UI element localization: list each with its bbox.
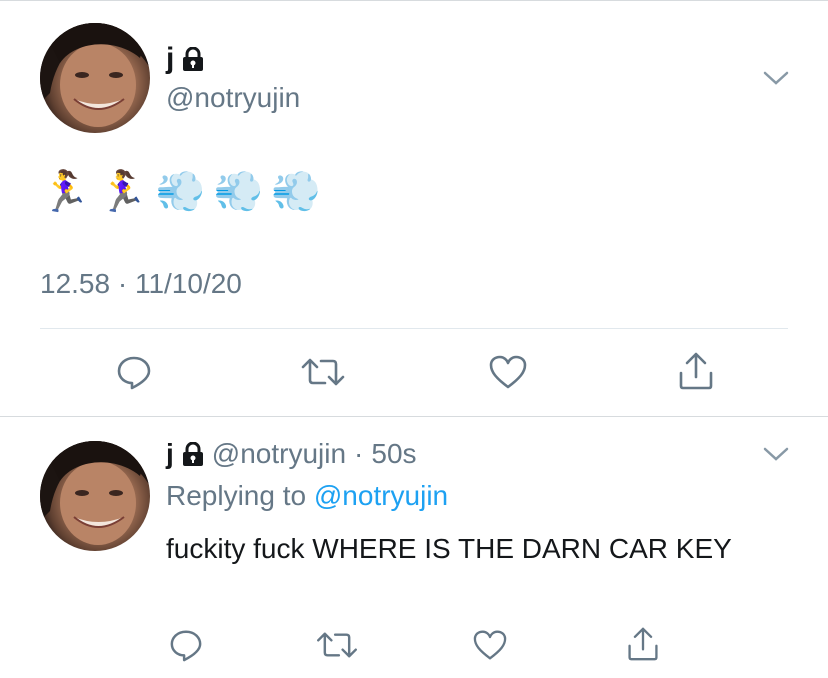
retweet-button[interactable]	[300, 352, 346, 392]
tweet-timestamp[interactable]: 12.58 · 11/10/20	[40, 268, 242, 300]
share-icon	[679, 352, 713, 390]
retweet-button[interactable]	[314, 628, 360, 662]
tweet-author[interactable]: j	[166, 44, 204, 74]
section-divider	[0, 416, 828, 417]
dash-emoji: 💨	[271, 170, 322, 214]
replying-handle-link[interactable]: @notryujin	[314, 480, 448, 511]
separator-dot: ·	[354, 438, 364, 469]
chevron-down-icon[interactable]	[763, 70, 789, 86]
display-name[interactable]: j	[166, 44, 174, 74]
share-button[interactable]	[624, 624, 662, 664]
share-icon	[628, 627, 658, 661]
retweet-icon	[317, 632, 357, 658]
replying-to: Replying to @notryujin	[166, 480, 448, 512]
share-button[interactable]	[676, 350, 716, 392]
lock-icon	[182, 442, 203, 466]
divider	[40, 328, 788, 329]
chevron-down-icon[interactable]	[763, 446, 789, 462]
heart-icon	[489, 355, 527, 389]
retweet-icon	[301, 358, 345, 386]
runner-emoji: 🏃‍♀️	[97, 170, 148, 214]
avatar-image	[40, 441, 150, 545]
reply-display-name[interactable]: j	[166, 438, 174, 470]
runner-emoji: 🏃‍♀️	[40, 170, 90, 214]
reply-button[interactable]	[166, 626, 206, 664]
reply-avatar[interactable]	[40, 441, 150, 551]
reply-time[interactable]: 50s	[371, 438, 416, 470]
dash-emoji: 💨	[213, 170, 264, 214]
handle[interactable]: @notryujin	[166, 82, 300, 114]
lock-icon	[183, 47, 204, 71]
replying-prefix: Replying to	[166, 480, 307, 511]
reply-icon	[117, 356, 151, 390]
avatar-image	[40, 23, 150, 127]
avatar[interactable]	[40, 23, 150, 133]
top-divider	[0, 0, 828, 1]
reply-text: fuckity fuck WHERE IS THE DARN CAR KEY	[166, 533, 732, 564]
reply-icon	[170, 630, 202, 662]
reply-header: j @notryujin · 50s	[166, 438, 417, 470]
like-button[interactable]	[470, 626, 510, 664]
reply-handle[interactable]: @notryujin	[212, 438, 346, 470]
heart-icon	[473, 630, 507, 660]
dash-emoji: 💨	[155, 170, 206, 214]
tweet-text: 🏃‍♀️ 🏃‍♀️ 💨 💨 💨	[40, 172, 321, 212]
like-button[interactable]	[486, 352, 530, 392]
reply-button[interactable]	[114, 352, 154, 392]
